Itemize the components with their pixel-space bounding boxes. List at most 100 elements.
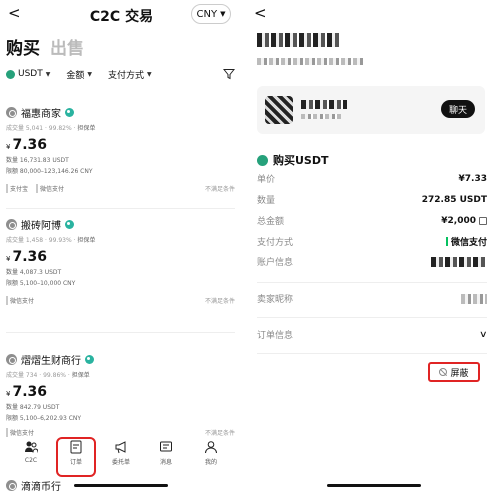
merchant-limit: 限额 5,100–10,000 CNY <box>6 280 76 287</box>
filter-funnel-icon[interactable] <box>223 68 235 80</box>
caret-down-icon: ▼ <box>220 10 226 18</box>
merchant-limit: 限额 80,000–123,146.26 CNY <box>6 168 93 175</box>
merchant-card[interactable]: 福惠商家 成交量 5,041 · 99.82% · 担保单 ¥ 7.36 数量 … <box>6 105 235 193</box>
nav-ads[interactable]: 委托单 <box>104 440 138 474</box>
row-label: 支付方式 <box>257 238 294 248</box>
chevron-down-icon: ∨ <box>479 329 488 340</box>
nav-label: 委托单 <box>111 459 130 466</box>
merchant-quantity: 数量 4,087.3 USDT <box>6 269 62 276</box>
order-icon <box>70 440 82 454</box>
merchant-stats-text: 成交量 1,458 · 99.93% · <box>6 237 78 244</box>
merchant-name[interactable]: 熠熠生财商行 <box>21 352 81 367</box>
merchant-avatar-icon <box>6 480 17 491</box>
nav-label: 消息 <box>159 459 172 466</box>
nav-label: 我的 <box>204 459 217 466</box>
order-title-text: 购买USDT <box>273 154 329 167</box>
order-detail-screen: < 聊天 购买USDT 单价 ¥7.33 数量 272.85 USDT 总金额 … <box>245 0 500 493</box>
coin-filter[interactable]: USDT ▼ <box>6 69 50 79</box>
merchant-quantity: 数量 842.79 USDT <box>6 404 60 411</box>
top-bar: < C2C 交易 CNY ▼ <box>0 0 243 30</box>
people-icon <box>25 441 38 453</box>
merchant-footer: 支付宝 微信支付 不满足条件 <box>6 184 235 193</box>
merchant-card[interactable]: 熠熠生财商行 成交量 734 · 99.86% · 担保单 ¥ 7.36 数量 … <box>6 352 235 437</box>
eligibility-status: 不满足条件 <box>204 430 235 437</box>
row-label: 订单信息 <box>257 331 294 341</box>
price-value: 7.36 <box>12 137 48 153</box>
merchant-limit: 限额 5,100–6,202.93 CNY <box>6 415 82 422</box>
order-title: 购买USDT <box>257 152 329 168</box>
merchant-stats-text: 成交量 734 · 99.86% · <box>6 372 72 379</box>
home-indicator <box>327 484 421 487</box>
nav-label: C2C <box>24 457 38 464</box>
payment-value: 微信支付 <box>445 235 487 248</box>
row-label: 数量 <box>257 196 276 206</box>
row-label: 卖家昵称 <box>257 295 294 305</box>
divider <box>6 208 235 209</box>
message-icon <box>160 441 172 452</box>
divider <box>257 353 487 354</box>
bottom-navigation: C2C 订单 委托单 消息 我的 <box>14 437 228 477</box>
payment-methods: 支付宝 微信支付 <box>6 184 64 193</box>
verified-badge-icon <box>85 355 94 364</box>
redacted-subtitle <box>257 58 363 65</box>
usdt-icon <box>257 154 268 166</box>
chat-button[interactable]: 聊天 <box>441 100 475 118</box>
merchant-footer: 微信支付 不满足条件 <box>6 296 235 305</box>
redacted-title <box>257 33 341 47</box>
price-value: 7.36 <box>12 384 48 400</box>
filter-bar: USDT ▼ 金额 ▼ 支付方式 ▼ <box>6 67 235 81</box>
currency-selector[interactable]: CNY ▼ <box>191 4 231 24</box>
copy-icon[interactable] <box>479 216 487 225</box>
verified-badge-icon <box>65 108 74 117</box>
seller-card: 聊天 <box>257 86 485 134</box>
row-label: 账户信息 <box>257 258 294 268</box>
home-indicator <box>74 484 168 487</box>
payment-method: 微信支付 <box>36 184 64 193</box>
merchant-header: 搬砖阿博 <box>6 217 235 232</box>
merchant-header: 福惠商家 <box>6 105 235 120</box>
payment-methods: 微信支付 <box>6 296 34 305</box>
caret-down-icon: ▼ <box>45 70 51 78</box>
merchant-card[interactable]: 搬砖阿博 成交量 1,458 · 99.93% · 担保单 ¥ 7.36 数量 … <box>6 217 235 305</box>
merchant-stats: 成交量 734 · 99.86% · 担保单 <box>6 370 235 379</box>
usdt-icon <box>6 69 15 79</box>
divider <box>257 282 487 283</box>
caret-down-icon: ▼ <box>147 70 152 78</box>
nav-label: 订单 <box>69 459 82 466</box>
merchant-avatar-icon <box>6 107 17 118</box>
payment-method: 微信支付 <box>6 296 34 305</box>
merchant-footer: 微信支付 不满足条件 <box>6 428 235 437</box>
merchant-avatar-icon <box>6 219 17 230</box>
guarantee-tag: 担保单 <box>77 237 96 244</box>
back-icon[interactable]: < <box>254 6 267 21</box>
merchant-stats: 成交量 1,458 · 99.93% · 担保单 <box>6 235 235 244</box>
currency-symbol: ¥ <box>6 390 11 398</box>
tab-sell[interactable]: 出售 <box>50 34 84 59</box>
guarantee-tag: 担保单 <box>71 372 90 379</box>
guarantee-tag: 担保单 <box>77 125 96 132</box>
merchant-name[interactable]: 搬砖阿博 <box>21 217 61 232</box>
nav-profile[interactable]: 我的 <box>194 440 228 474</box>
merchant-name: 滴滴币行 <box>21 482 61 493</box>
wechat-pay-indicator <box>445 237 448 246</box>
payment-filter[interactable]: 支付方式 ▼ <box>108 68 152 81</box>
amount-filter[interactable]: 金额 ▼ <box>66 68 92 81</box>
merchant-stats: 成交量 5,041 · 99.82% · 担保单 <box>6 123 235 132</box>
quantity-row: 数量 272.85 USDT <box>257 193 487 207</box>
nav-c2c[interactable]: C2C <box>14 440 48 474</box>
caret-down-icon: ▼ <box>87 70 92 78</box>
order-info-row[interactable]: 订单信息 ∨ <box>257 328 488 342</box>
payment-method-text: 微信支付 <box>450 238 487 248</box>
tab-buy[interactable]: 购买 <box>6 34 40 59</box>
payment-method: 支付宝 <box>6 184 28 193</box>
nav-orders[interactable]: 订单 <box>56 437 96 477</box>
merchant-card-peek[interactable]: 滴滴币行 <box>6 478 61 493</box>
merchant-name[interactable]: 福惠商家 <box>21 105 61 120</box>
redacted-seller-name <box>301 100 347 109</box>
block-button[interactable]: 屏蔽 <box>428 362 480 382</box>
merchant-header: 熠熠生财商行 <box>6 352 235 367</box>
nav-messages[interactable]: 消息 <box>149 440 183 474</box>
divider <box>6 332 235 333</box>
redacted-seller-meta <box>301 114 341 119</box>
seller-avatar <box>265 96 293 124</box>
